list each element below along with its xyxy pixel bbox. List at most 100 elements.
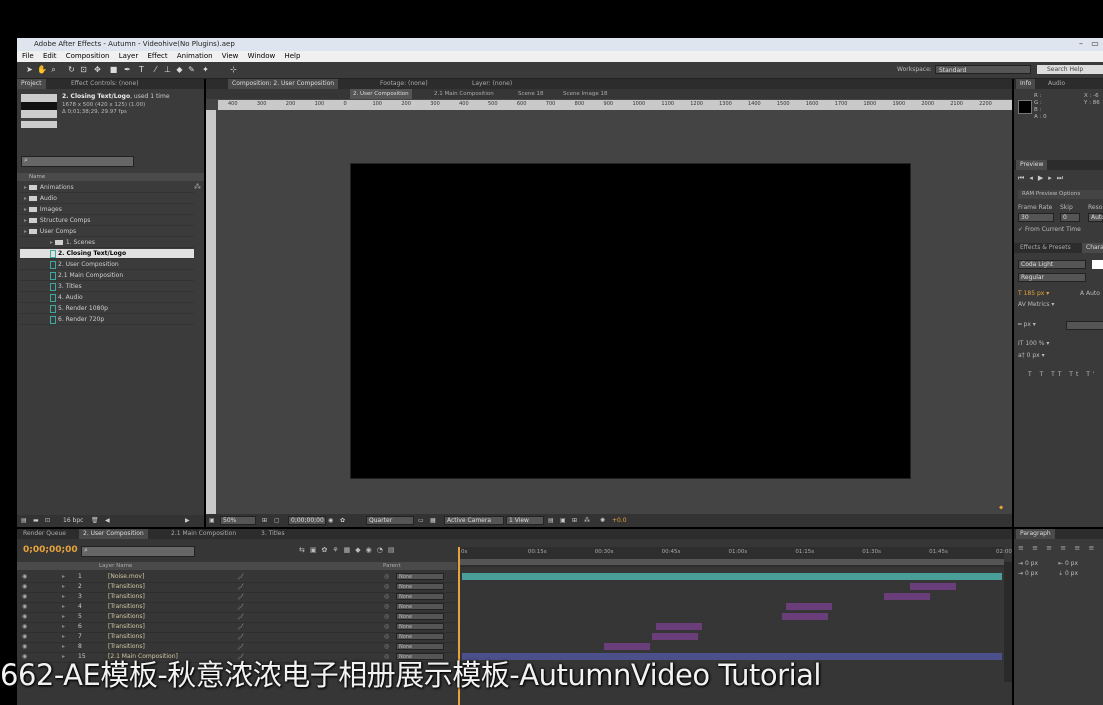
tab-titles[interactable]: 3. Titles [257,529,289,539]
tab-preview[interactable]: Preview [1016,160,1048,170]
resolution-select-preview[interactable]: Auto [1088,213,1103,222]
pick-whip-icon[interactable]: ◎ [384,612,389,622]
rectangle-tool-icon[interactable]: ■ [109,65,118,74]
stroke-type-select[interactable] [1066,321,1103,330]
layer-name[interactable]: [Transitions] [108,592,145,602]
pick-whip-icon[interactable]: ◎ [384,592,389,602]
first-frame-icon[interactable]: ⏮ [1018,174,1029,182]
interpret-footage-icon[interactable]: ▤ [21,515,27,527]
visibility-eye-icon[interactable]: ◉ [22,572,27,582]
menu-help[interactable]: Help [284,52,300,60]
menu-file[interactable]: File [22,52,34,60]
fast-preview-icon[interactable]: ▣ [560,514,566,527]
layer-name[interactable]: [Transitions] [108,602,145,612]
layer-duration-bar[interactable] [786,603,832,610]
expand-arrow-icon[interactable]: ▸ [62,642,65,652]
project-item[interactable]: ▸ User Comps [20,227,194,237]
grid-icon[interactable]: ⊞ [262,514,267,527]
expand-arrow-icon[interactable]: ▸ [62,632,65,642]
axis-tool-icon[interactable]: ⊹ [229,65,238,74]
layer-duration-bar[interactable] [604,643,650,650]
new-folder-icon[interactable]: ▬ [33,515,39,527]
timeline-switches[interactable]: ⇆▣✿⚘▦◆◉◔▤ [299,546,399,554]
selection-tool-icon[interactable]: ➤ [25,65,34,74]
font-style-select[interactable]: Regular [1018,273,1086,282]
layer-name[interactable]: [Transitions] [108,622,145,632]
project-item[interactable]: 2. User Composition [20,260,194,270]
layer-name[interactable]: [Transitions] [108,612,145,622]
prev-frame-icon[interactable]: ◂ [1029,174,1038,182]
puppet-tool-icon[interactable]: ✦ [201,65,210,74]
menu-animation[interactable]: Animation [177,52,213,60]
channel-icon[interactable]: ✿ [340,514,345,527]
layer-switches-icon[interactable]: ⁁ ⁄ [238,622,242,632]
breadcrumb-main-composition[interactable]: 2.1 Main Composition [434,89,494,99]
menu-composition[interactable]: Composition [66,52,110,60]
baseline-shift-field[interactable]: a† 0 px ▾ [1018,352,1045,359]
zoom-tool-icon[interactable]: ⌕ [49,65,58,74]
safe-area-icon[interactable]: ▢ [274,514,280,527]
layer-duration-bar[interactable] [782,613,828,620]
tab-user-composition[interactable]: 2. User Composition [79,529,148,539]
project-item[interactable]: 2. Closing Text/Logo [20,249,194,259]
tab-footage[interactable]: Footage: (none) [376,79,432,89]
snapshot-icon[interactable]: ◉ [328,514,333,527]
toggle-pixel-icon[interactable]: ▤ [548,514,554,527]
parent-select[interactable]: None [396,573,444,580]
timeline-scrollbar[interactable] [1004,562,1012,682]
project-item[interactable]: 3. Titles [20,282,194,292]
pick-whip-icon[interactable]: ◎ [384,582,389,592]
project-search-input[interactable]: ⌕ [21,156,134,167]
tab-character[interactable]: Chara [1082,243,1103,253]
camera-select[interactable]: Active Camera [444,516,504,525]
layer-duration-bar[interactable] [884,593,930,600]
parent-select[interactable]: None [396,583,444,590]
layer-duration-bar[interactable] [910,583,956,590]
indent-first-field[interactable]: ⇥ 0 px [1018,570,1038,577]
expand-arrow-icon[interactable]: ▸ [62,582,65,592]
tab-main-composition[interactable]: 2.1 Main Composition [167,529,240,539]
tab-project[interactable]: Project [17,79,46,89]
layer-switches-icon[interactable]: ⁁ ⁄ [238,632,242,642]
layer-switches-icon[interactable]: ⁁ ⁄ [238,572,242,582]
layer-switches-icon[interactable]: ⁁ ⁄ [238,592,242,602]
view-layout-select[interactable]: 1 View [506,516,544,525]
visibility-eye-icon[interactable]: ◉ [22,612,27,622]
tab-render-queue[interactable]: Render Queue [19,529,70,539]
font-family-select[interactable]: Coda Light [1018,260,1086,269]
layer-name[interactable]: [Noise.mov] [108,572,144,582]
menu-view[interactable]: View [222,52,239,60]
eraser-tool-icon[interactable]: ◆ [175,65,184,74]
layer-duration-bar[interactable] [652,633,698,640]
tab-info[interactable]: Info [1016,79,1036,89]
visibility-eye-icon[interactable]: ◉ [22,622,27,632]
layer-name[interactable]: [Transitions] [108,632,145,642]
menu-edit[interactable]: Edit [43,52,57,60]
timeline-timecode[interactable]: 0;00;00;00 [23,545,78,555]
project-column-header[interactable]: Name [17,173,204,181]
roto-tool-icon[interactable]: ✎ [187,65,196,74]
time-ruler[interactable]: 0s 00:15s 00:30s 00:45s 01:00s 01:15s 01:30s 01… [459,547,1012,567]
project-item[interactable]: ▸ Audio [20,194,194,204]
search-help-input[interactable]: Search Help [1037,65,1103,74]
ram-preview-options[interactable]: RAM Preview Options [1018,190,1103,199]
transparency-grid-icon[interactable]: ▦ [430,514,436,527]
layer-duration-bar[interactable] [656,623,702,630]
leading-field[interactable]: A Auto [1080,290,1100,297]
project-item[interactable]: ▸ 1. Scenes [20,238,194,248]
tab-paragraph[interactable]: Paragraph [1016,529,1055,539]
stroke-width-field[interactable]: ═ px ▾ [1018,321,1036,328]
menu-window[interactable]: Window [248,52,276,60]
play-icon[interactable]: ▶ [1038,174,1048,182]
pick-whip-icon[interactable]: ◎ [384,622,389,632]
space-after-field[interactable]: ⇣ 0 px [1058,570,1078,577]
expand-arrow-icon[interactable]: ▸ [62,602,65,612]
workspace-select[interactable]: Standard [935,65,1031,74]
bit-depth-label[interactable]: 16 bpc [63,515,83,527]
flowchart-view-icon[interactable]: ⁂ [584,514,590,527]
frame-rate-select[interactable]: 30 [1018,213,1054,222]
minimize-icon[interactable]: – [1076,40,1086,48]
layer-switches-icon[interactable]: ⁁ ⁄ [238,582,242,592]
text-tool-icon[interactable]: T [137,65,146,74]
exposure-icon[interactable]: ✺ [600,514,605,527]
